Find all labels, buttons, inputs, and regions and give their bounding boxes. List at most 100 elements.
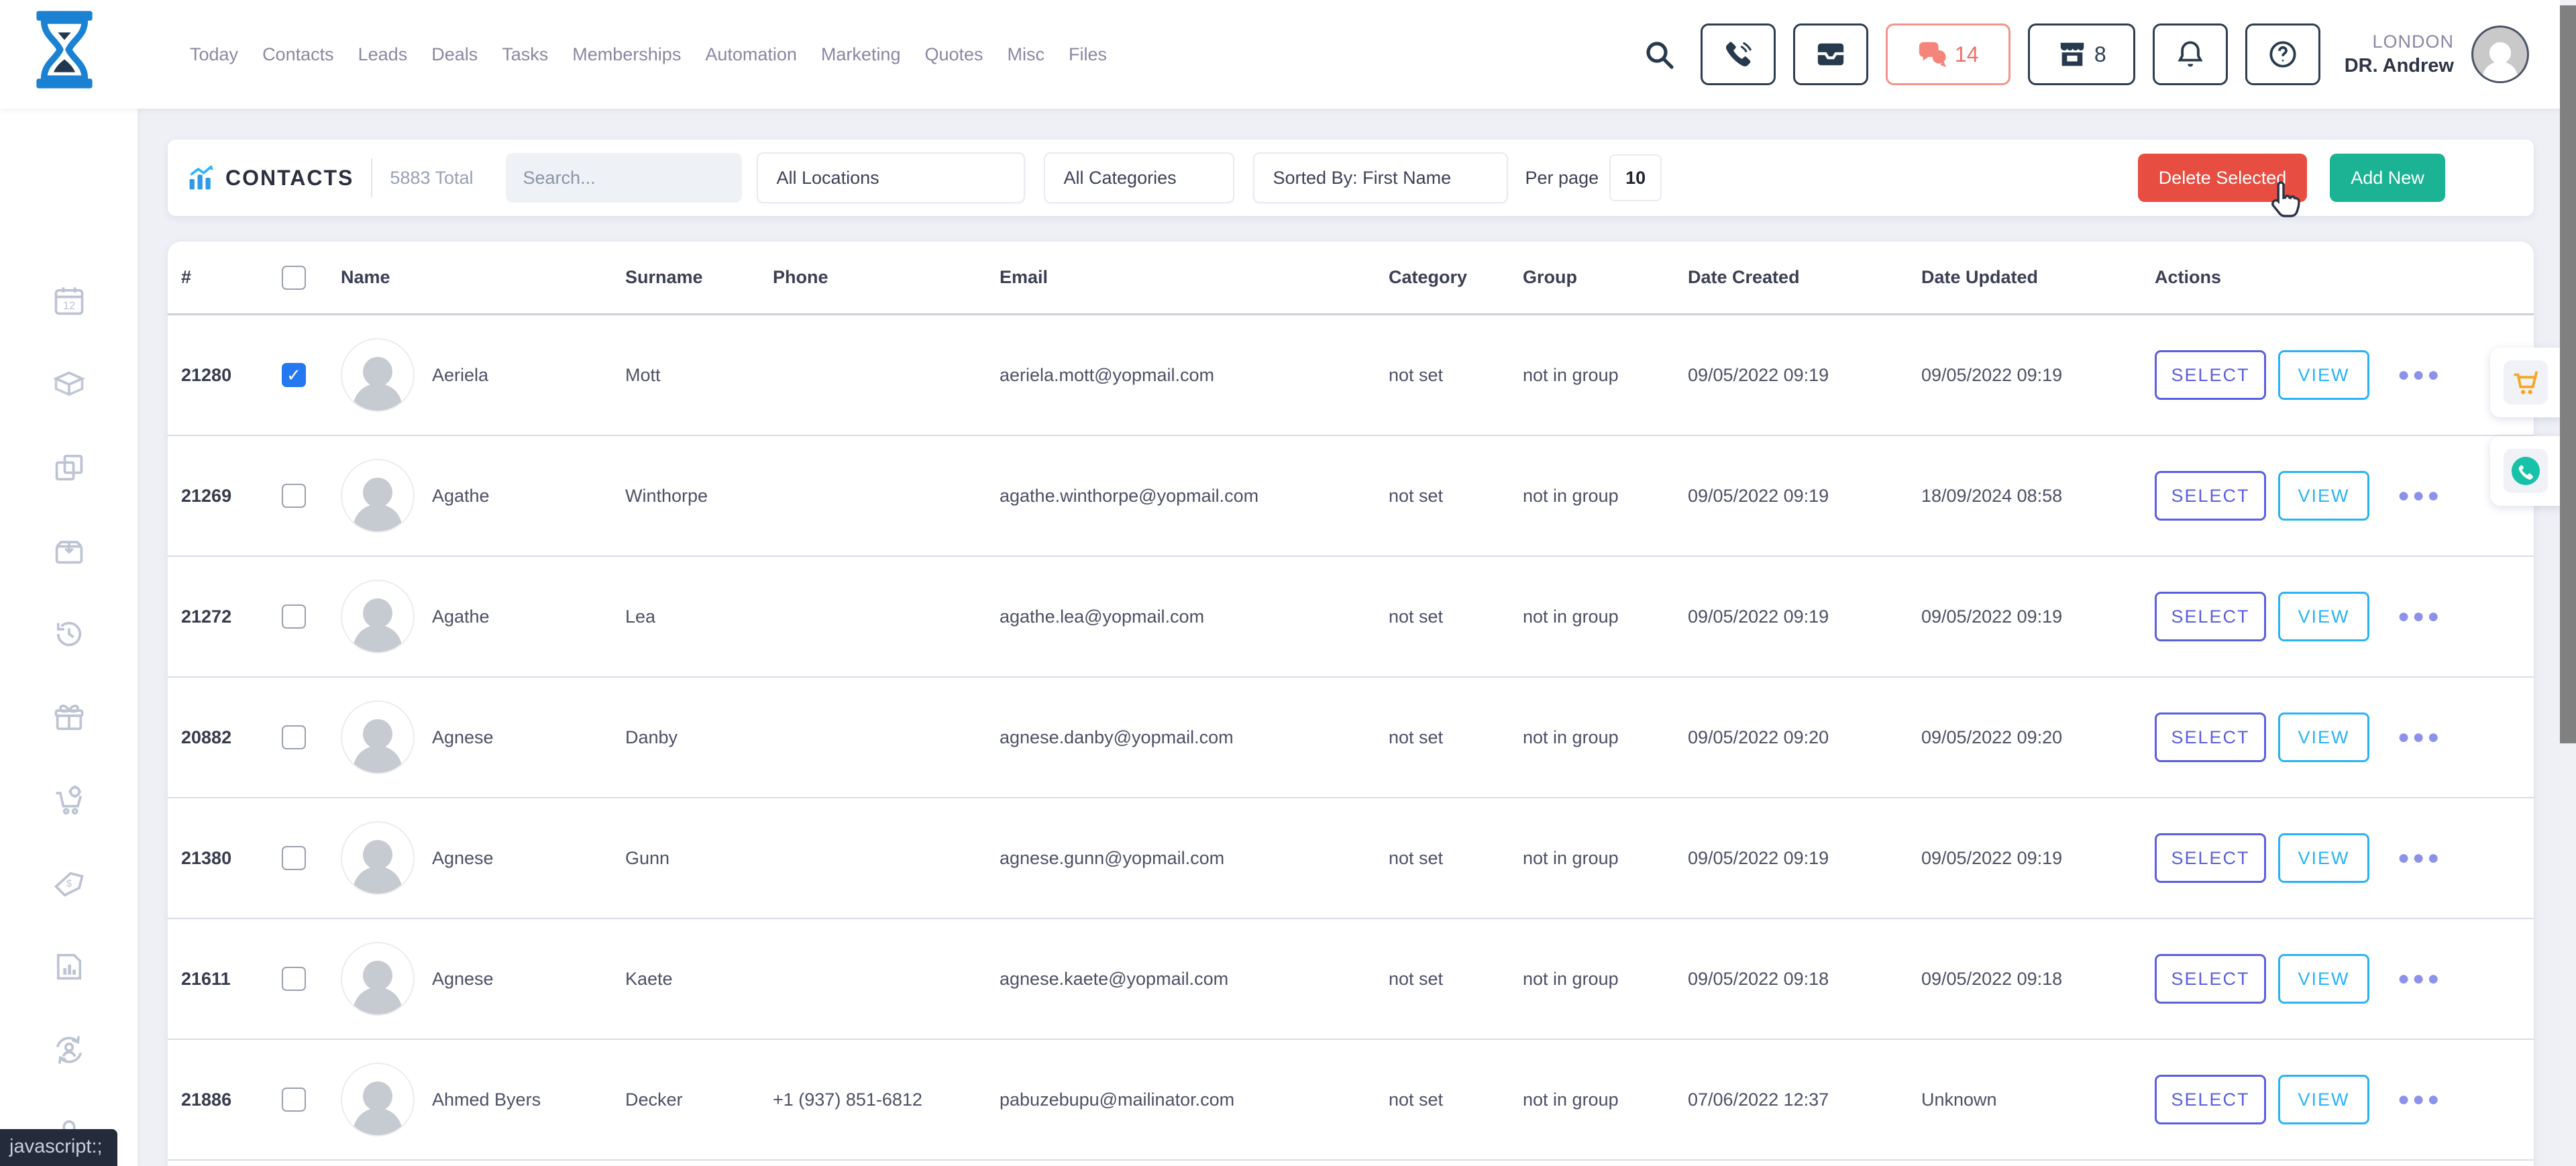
package-icon[interactable] (50, 366, 88, 403)
view-button[interactable]: VIEW (2278, 350, 2369, 400)
user-avatar[interactable] (2471, 25, 2529, 83)
search-input[interactable] (523, 168, 761, 189)
store-icon-button[interactable]: 8 (2028, 23, 2135, 85)
orders-bag-icon[interactable] (50, 532, 88, 570)
user-sync-icon[interactable] (50, 1031, 88, 1069)
scrollbar-track[interactable] (2560, 0, 2576, 1166)
nav-item-deals[interactable]: Deals (431, 44, 478, 65)
more-actions-icon[interactable]: ●●● (2398, 605, 2442, 628)
contact-group: not in group (1523, 727, 1688, 748)
header-surname[interactable]: Surname (625, 267, 773, 288)
view-button[interactable]: VIEW (2278, 592, 2369, 641)
more-actions-icon[interactable]: ●●● (2398, 847, 2442, 869)
select-button[interactable]: SELECT (2155, 350, 2266, 400)
nav-item-automation[interactable]: Automation (705, 44, 797, 65)
contact-category: not set (1389, 969, 1523, 990)
row-checkbox[interactable] (282, 967, 306, 991)
gift-icon[interactable] (50, 698, 88, 736)
row-checkbox[interactable]: ✓ (282, 363, 306, 387)
inbox-icon (1815, 39, 1846, 70)
header-date-created[interactable]: Date Created (1688, 267, 1921, 288)
more-actions-icon[interactable]: ●●● (2398, 1088, 2442, 1111)
cart-icon[interactable] (2504, 360, 2548, 405)
contact-date-created: 09/05/2022 09:19 (1688, 486, 1921, 507)
contact-name: Agnese (432, 727, 494, 748)
more-actions-icon[interactable]: ●●● (2398, 364, 2442, 386)
nav-item-misc[interactable]: Misc (1008, 44, 1045, 65)
inbox-icon-button[interactable] (1793, 23, 1868, 85)
contact-name: Agathe (432, 606, 490, 627)
reports-icon[interactable] (50, 948, 88, 986)
per-page-input[interactable]: 10 (1609, 154, 1662, 201)
per-page-control: Per page 10 (1525, 154, 1662, 201)
row-checkbox[interactable] (282, 604, 306, 629)
copy-icon[interactable] (50, 449, 88, 486)
select-button[interactable]: SELECT (2155, 954, 2266, 1004)
nav-item-contacts[interactable]: Contacts (262, 44, 334, 65)
nav-item-memberships[interactable]: Memberships (572, 44, 681, 65)
add-new-button[interactable]: Add New (2330, 154, 2445, 202)
history-icon[interactable] (50, 615, 88, 653)
contact-category: not set (1389, 486, 1523, 507)
chat-icon-button[interactable]: 14 (1886, 23, 2010, 85)
app-logo-hourglass-icon[interactable] (32, 9, 97, 90)
nav-item-files[interactable]: Files (1069, 44, 1107, 65)
view-button[interactable]: VIEW (2278, 712, 2369, 762)
row-checkbox[interactable] (282, 846, 306, 870)
cart-settings-icon[interactable] (50, 782, 88, 819)
header-phone[interactable]: Phone (773, 267, 1000, 288)
view-button[interactable]: VIEW (2278, 954, 2369, 1004)
nav-item-today[interactable]: Today (190, 44, 238, 65)
table-row: 21269 Agathe Winthorpe agathe.winthorpe@… (168, 436, 2534, 557)
contact-date-created: 09/05/2022 09:20 (1688, 727, 1921, 748)
contact-email: agnese.gunn@yopmail.com (1000, 848, 1389, 869)
nav-item-marketing[interactable]: Marketing (821, 44, 901, 65)
locations-filter-dropdown[interactable]: All Locations (757, 152, 1025, 203)
more-actions-icon[interactable]: ●●● (2398, 967, 2442, 990)
select-button[interactable]: SELECT (2155, 1075, 2266, 1124)
header-category[interactable]: Category (1389, 267, 1523, 288)
scrollbar-thumb[interactable] (2560, 5, 2576, 743)
calendar-icon[interactable]: 12 (50, 282, 88, 320)
nav-item-leads[interactable]: Leads (358, 44, 408, 65)
contact-surname: Kaete (625, 969, 773, 990)
phone-icon (1723, 39, 1754, 70)
row-checkbox[interactable] (282, 484, 306, 508)
divider (371, 158, 372, 197)
select-all-checkbox[interactable] (282, 266, 306, 290)
view-button[interactable]: VIEW (2278, 833, 2369, 883)
header-id[interactable]: # (181, 267, 282, 288)
select-button[interactable]: SELECT (2155, 592, 2266, 641)
help-icon-button[interactable] (2245, 23, 2320, 85)
contact-id: 21611 (181, 969, 282, 990)
row-checkbox[interactable] (282, 1088, 306, 1112)
select-button[interactable]: SELECT (2155, 471, 2266, 521)
header-group[interactable]: Group (1523, 267, 1688, 288)
search-icon[interactable] (1643, 38, 1675, 70)
svg-text:$: $ (66, 878, 72, 889)
table-row: 21886 Ahmed Byers Decker +1 (937) 851-68… (168, 1040, 2534, 1161)
header-email[interactable]: Email (1000, 267, 1389, 288)
contacts-toolbar: CONTACTS 5883 Total All Locations All Ca… (168, 140, 2534, 216)
view-button[interactable]: VIEW (2278, 471, 2369, 521)
quick-cart-widget (2490, 348, 2561, 417)
contact-category: not set (1389, 1090, 1523, 1110)
row-checkbox[interactable] (282, 725, 306, 749)
sort-dropdown[interactable]: Sorted By: First Name (1253, 152, 1508, 203)
header-name[interactable]: Name (341, 267, 625, 288)
nav-item-tasks[interactable]: Tasks (502, 44, 548, 65)
left-sidebar: 12 $ (0, 109, 138, 1166)
view-button[interactable]: VIEW (2278, 1075, 2369, 1124)
phone-icon-button[interactable] (1701, 23, 1776, 85)
nav-item-quotes[interactable]: Quotes (924, 44, 983, 65)
notifications-icon-button[interactable] (2153, 23, 2228, 85)
call-icon[interactable] (2504, 449, 2548, 493)
select-button[interactable]: SELECT (2155, 712, 2266, 762)
header-date-updated[interactable]: Date Updated (1921, 267, 2155, 288)
mouse-cursor-hand (2267, 180, 2302, 223)
categories-filter-dropdown[interactable]: All Categories (1044, 152, 1234, 203)
more-actions-icon[interactable]: ●●● (2398, 726, 2442, 749)
more-actions-icon[interactable]: ●●● (2398, 484, 2442, 507)
select-button[interactable]: SELECT (2155, 833, 2266, 883)
price-tag-icon[interactable]: $ (50, 865, 88, 902)
